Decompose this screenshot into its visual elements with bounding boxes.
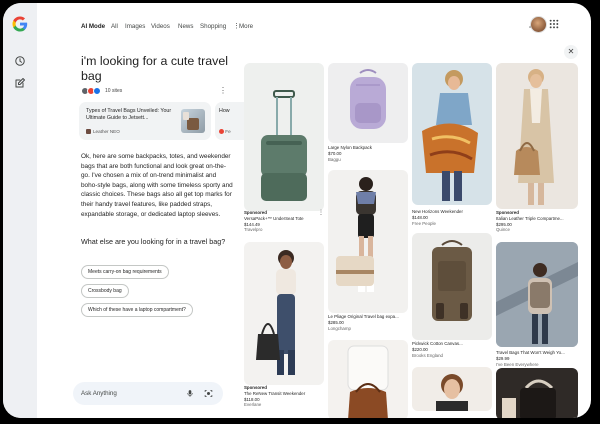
site-favicon-icon bbox=[93, 87, 101, 95]
side-rail bbox=[3, 3, 37, 418]
product-name: Italian Leather Triple Compartme... bbox=[496, 215, 564, 221]
tab-images[interactable]: Images bbox=[125, 23, 145, 30]
conversation-panel: i'm looking for a cute travel bag 10 sit… bbox=[37, 43, 245, 418]
product-image bbox=[412, 367, 492, 411]
source-title: How bbox=[219, 108, 230, 114]
tab-more[interactable]: More bbox=[239, 23, 253, 30]
product-name: Travel Bags That Won't Weigh Yo... bbox=[496, 350, 565, 355]
product-image bbox=[496, 63, 578, 209]
user-avatar[interactable] bbox=[530, 16, 547, 33]
product-card[interactable] bbox=[496, 368, 578, 418]
product-store: Travelpro bbox=[244, 227, 263, 233]
source-publisher: Fe bbox=[225, 129, 231, 134]
product-image bbox=[328, 63, 408, 143]
product-image bbox=[328, 340, 408, 418]
suggestion-chip[interactable]: Which of these have a laptop compartment… bbox=[81, 303, 193, 317]
close-panel-button[interactable]: ✕ bbox=[564, 45, 578, 59]
google-logo-icon[interactable] bbox=[11, 15, 29, 33]
tab-shopping[interactable]: Shopping bbox=[200, 23, 226, 30]
tab-all[interactable]: All bbox=[111, 23, 118, 30]
ask-input-bar[interactable]: Ask Anything bbox=[73, 382, 223, 405]
tab-news[interactable]: News bbox=[178, 23, 193, 30]
apps-grid-icon[interactable] bbox=[549, 19, 559, 29]
product-card[interactable]: Pickwick Cotton Canvas... $220.00 Brooks… bbox=[412, 233, 492, 411]
source-title: Types of Travel Bags Unveiled: Your Ulti… bbox=[86, 108, 172, 121]
sources-menu-icon[interactable]: ⋮ bbox=[219, 87, 227, 95]
product-image bbox=[412, 63, 492, 205]
product-name: Le Pliage Original Travel bag expa... bbox=[328, 314, 399, 319]
suggestion-chip[interactable]: Meets carry-on bag requirements bbox=[81, 265, 169, 279]
publisher-logo-icon bbox=[219, 129, 224, 135]
product-store: I've Been Everywhere bbox=[496, 361, 539, 367]
product-image bbox=[328, 170, 408, 313]
product-store: Quince bbox=[496, 227, 510, 233]
sources-summary[interactable]: 10 sites bbox=[81, 87, 122, 95]
top-nav: AI Mode All Images Videos News Shopping … bbox=[37, 3, 591, 43]
source-card[interactable]: How Fe bbox=[215, 102, 245, 140]
camera-lens-icon[interactable] bbox=[204, 389, 213, 398]
product-image bbox=[496, 368, 578, 418]
product-menu-icon[interactable]: ⋮ bbox=[318, 209, 324, 216]
product-image bbox=[244, 242, 324, 385]
tab-ai-mode[interactable]: AI Mode bbox=[81, 23, 105, 30]
product-store: Everlane bbox=[244, 402, 262, 408]
product-card[interactable]: New Horizons Weekender $148.00 Free Peop… bbox=[412, 63, 492, 228]
microphone-icon[interactable] bbox=[186, 389, 194, 398]
product-card[interactable]: Travel Bags That Won't Weigh Yo... $29.9… bbox=[496, 242, 580, 367]
source-card[interactable]: Types of Travel Bags Unveiled: Your Ulti… bbox=[79, 102, 211, 140]
product-card[interactable]: Sponsored Italian Leather Triple Compart… bbox=[496, 63, 580, 241]
user-query: i'm looking for a cute travel bag bbox=[81, 54, 228, 83]
product-image bbox=[496, 242, 578, 347]
product-card[interactable]: Sponsored The ReNew Transit Weekender $1… bbox=[244, 242, 324, 418]
product-grid: Sponsored VersaPack+™ UnderSeat Tote $14… bbox=[242, 43, 591, 418]
product-card[interactable]: Le Pliage Original Travel bag expa... $2… bbox=[328, 170, 408, 338]
ai-answer-text: Ok, here are some backpacks, totes, and … bbox=[81, 153, 233, 218]
followup-question: What else are you looking for in a trave… bbox=[81, 237, 226, 246]
product-store: Brooks England bbox=[412, 352, 443, 358]
suggestion-chip[interactable]: Crossbody bag bbox=[81, 284, 129, 298]
app-window: AI Mode All Images Videos News Shopping … bbox=[3, 3, 591, 418]
sites-count: 10 sites bbox=[105, 88, 123, 94]
tab-videos[interactable]: Videos bbox=[151, 23, 170, 30]
product-store: Longchamp bbox=[328, 325, 351, 331]
product-image bbox=[412, 233, 492, 340]
product-store: Baggu bbox=[328, 156, 341, 162]
history-icon[interactable] bbox=[14, 55, 26, 67]
product-card[interactable]: Sponsored VersaPack+™ UnderSeat Tote $14… bbox=[244, 63, 324, 241]
source-publisher: Leather NEO bbox=[93, 129, 120, 134]
product-image bbox=[244, 63, 324, 211]
new-chat-icon[interactable] bbox=[14, 77, 26, 89]
ask-input[interactable]: Ask Anything bbox=[81, 390, 117, 397]
product-card[interactable] bbox=[328, 340, 408, 418]
publisher-logo-icon bbox=[86, 129, 91, 134]
product-card[interactable]: Large Nylon Backpack $70.00 Baggu bbox=[328, 63, 408, 167]
product-store: Free People bbox=[412, 220, 436, 226]
source-thumbnail bbox=[181, 109, 205, 133]
